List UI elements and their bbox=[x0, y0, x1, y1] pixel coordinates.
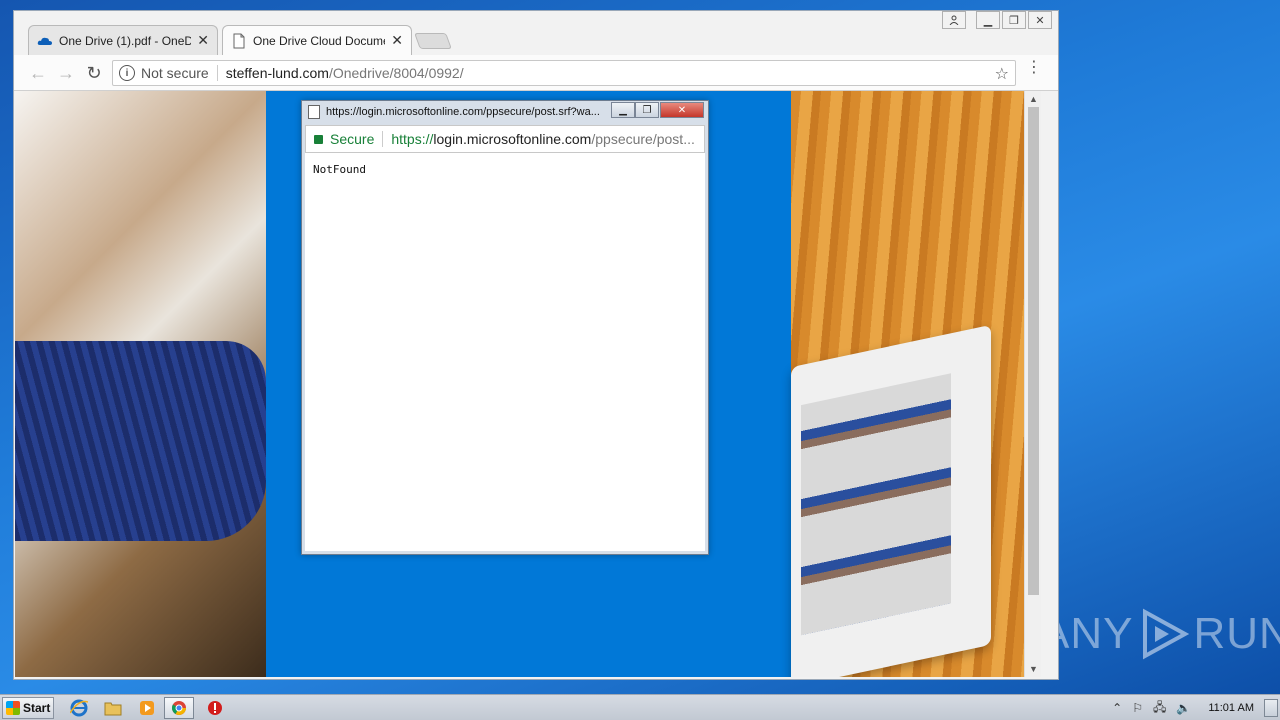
play-logo-icon bbox=[1143, 608, 1190, 660]
window-controls: ▁ ❐ ✕ bbox=[942, 11, 1052, 29]
scroll-up-icon[interactable]: ▲ bbox=[1029, 94, 1038, 104]
windows-logo-icon bbox=[6, 701, 20, 715]
url-host: login.microsoftonline.com bbox=[433, 131, 592, 147]
popup-window-controls: ▁ ❐ ✕ bbox=[611, 102, 704, 118]
tab-close-icon[interactable]: ✕ bbox=[197, 32, 209, 49]
show-hidden-icons-icon[interactable]: ⌃ bbox=[1112, 701, 1122, 715]
media-player-icon[interactable] bbox=[132, 697, 162, 719]
volume-icon[interactable]: 🔈 bbox=[1176, 701, 1191, 715]
tablet-screen bbox=[801, 373, 951, 636]
minimize-button[interactable]: ▁ bbox=[976, 11, 1000, 29]
not-found-text: NotFound bbox=[313, 163, 366, 176]
explorer-folder-icon[interactable] bbox=[98, 697, 128, 719]
menu-kebab-icon[interactable]: ⋮ bbox=[1026, 60, 1042, 76]
security-label: Secure bbox=[330, 131, 375, 147]
page-icon bbox=[233, 33, 245, 48]
watermark-text-right: RUN bbox=[1193, 609, 1280, 658]
network-icon[interactable]: 🖧 bbox=[1153, 698, 1166, 719]
reload-icon[interactable]: ↻ bbox=[84, 63, 104, 83]
bookmark-star-icon[interactable]: ☆ bbox=[995, 64, 1009, 84]
chrome-icon[interactable] bbox=[164, 697, 194, 719]
system-tray: ⌃ ⚐ 🖧 🔈 11:01 AM bbox=[1107, 695, 1280, 720]
url-path: /ppsecure/post... bbox=[591, 131, 695, 147]
start-label: Start bbox=[23, 701, 51, 715]
popup-titlebar[interactable]: https://login.microsoftonline.com/ppsecu… bbox=[302, 101, 708, 123]
scrollbar-thumb[interactable] bbox=[1028, 107, 1039, 595]
tab-onedrive-cloud-document[interactable]: One Drive Cloud Document S ✕ bbox=[222, 25, 412, 55]
popup-address-bar[interactable]: Secure https:// login.microsoftonline.co… bbox=[305, 125, 705, 153]
vertical-scrollbar[interactable]: ▲ ▼ bbox=[1024, 91, 1041, 677]
login-popup-window: https://login.microsoftonline.com/ppsecu… bbox=[301, 100, 709, 555]
security-label: Not secure bbox=[141, 65, 209, 81]
popup-maximize-button[interactable]: ❐ bbox=[635, 102, 659, 118]
new-tab-button[interactable] bbox=[414, 33, 452, 49]
maximize-button[interactable]: ❐ bbox=[1002, 11, 1026, 29]
close-button[interactable]: ✕ bbox=[1028, 11, 1052, 29]
tab-title: One Drive (1).pdf - OneDriv bbox=[59, 33, 192, 48]
clock[interactable]: 11:01 AM bbox=[1208, 702, 1254, 714]
action-center-flag-icon[interactable]: ⚐ bbox=[1132, 701, 1143, 715]
taskbar: Start ⌃ ⚐ 🖧 🔈 11:01 AM bbox=[0, 694, 1280, 720]
url-host: steffen-lund.com bbox=[225, 65, 329, 81]
profile-icon[interactable] bbox=[942, 11, 966, 29]
forward-arrow-icon[interactable]: → bbox=[56, 63, 76, 83]
page-icon bbox=[308, 105, 320, 119]
info-icon[interactable]: i bbox=[119, 65, 135, 81]
show-desktop-button[interactable] bbox=[1264, 699, 1278, 717]
browser-toolbar: ← → ↻ i Not secure steffen-lund.com /One… bbox=[14, 55, 1058, 91]
tab-close-icon[interactable]: ✕ bbox=[391, 32, 403, 49]
popup-minimize-button[interactable]: ▁ bbox=[611, 102, 635, 118]
sweater-arm-image bbox=[15, 341, 266, 541]
popup-title: https://login.microsoftonline.com/ppsecu… bbox=[326, 106, 600, 118]
lock-icon bbox=[314, 134, 323, 144]
tablet-image bbox=[791, 324, 991, 677]
divider bbox=[382, 131, 384, 147]
back-arrow-icon[interactable]: ← bbox=[28, 63, 48, 83]
start-button[interactable]: Start bbox=[2, 697, 54, 719]
url-scheme: https:// bbox=[391, 131, 434, 147]
divider bbox=[216, 65, 218, 81]
anyrun-watermark: ANY RUN bbox=[1040, 608, 1280, 660]
onedrive-cloud-icon bbox=[37, 37, 52, 45]
popup-content: NotFound bbox=[305, 153, 705, 551]
address-bar[interactable]: i Not secure steffen-lund.com /Onedrive/… bbox=[112, 60, 1016, 86]
stop-sign-icon[interactable] bbox=[200, 697, 230, 719]
tab-onedrive-pdf[interactable]: One Drive (1).pdf - OneDriv ✕ bbox=[28, 25, 218, 55]
tab-strip: One Drive (1).pdf - OneDriv ✕ One Drive … bbox=[14, 11, 1058, 55]
scroll-down-icon[interactable]: ▼ bbox=[1029, 664, 1038, 674]
tab-title: One Drive Cloud Document S bbox=[253, 33, 385, 48]
url-path: /Onedrive/8004/0992/ bbox=[328, 65, 464, 81]
popup-close-button[interactable]: ✕ bbox=[660, 102, 704, 118]
ie-icon[interactable] bbox=[64, 697, 94, 719]
